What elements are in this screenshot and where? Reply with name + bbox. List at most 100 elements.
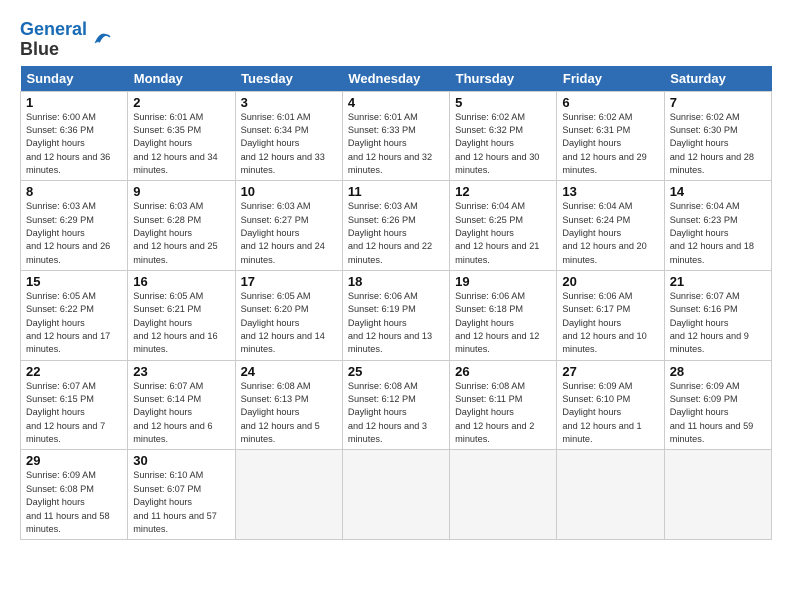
day-number: 14 bbox=[670, 184, 766, 199]
day-number: 16 bbox=[133, 274, 229, 289]
calendar-cell: 5Sunrise: 6:02 AMSunset: 6:32 PMDaylight… bbox=[450, 91, 557, 181]
calendar-cell: 26Sunrise: 6:08 AMSunset: 6:11 PMDayligh… bbox=[450, 360, 557, 450]
day-number: 1 bbox=[26, 95, 122, 110]
day-number: 30 bbox=[133, 453, 229, 468]
calendar-week-3: 15Sunrise: 6:05 AMSunset: 6:22 PMDayligh… bbox=[21, 271, 772, 361]
day-number: 2 bbox=[133, 95, 229, 110]
calendar-table: SundayMondayTuesdayWednesdayThursdayFrid… bbox=[20, 66, 772, 541]
day-number: 20 bbox=[562, 274, 658, 289]
calendar-cell: 7Sunrise: 6:02 AMSunset: 6:30 PMDaylight… bbox=[664, 91, 771, 181]
calendar-cell: 9Sunrise: 6:03 AMSunset: 6:28 PMDaylight… bbox=[128, 181, 235, 271]
calendar-cell: 18Sunrise: 6:06 AMSunset: 6:19 PMDayligh… bbox=[342, 271, 449, 361]
calendar-cell bbox=[450, 450, 557, 540]
day-number: 21 bbox=[670, 274, 766, 289]
day-info: Sunrise: 6:07 AMSunset: 6:14 PMDaylight … bbox=[133, 380, 229, 447]
calendar-cell: 3Sunrise: 6:01 AMSunset: 6:34 PMDaylight… bbox=[235, 91, 342, 181]
logo-icon bbox=[89, 27, 111, 49]
day-number: 25 bbox=[348, 364, 444, 379]
calendar-cell: 12Sunrise: 6:04 AMSunset: 6:25 PMDayligh… bbox=[450, 181, 557, 271]
day-info: Sunrise: 6:09 AMSunset: 6:09 PMDaylight … bbox=[670, 380, 766, 447]
day-number: 10 bbox=[241, 184, 337, 199]
calendar-cell: 15Sunrise: 6:05 AMSunset: 6:22 PMDayligh… bbox=[21, 271, 128, 361]
weekday-header-monday: Monday bbox=[128, 66, 235, 92]
day-number: 29 bbox=[26, 453, 122, 468]
day-number: 12 bbox=[455, 184, 551, 199]
day-info: Sunrise: 6:02 AMSunset: 6:30 PMDaylight … bbox=[670, 111, 766, 178]
calendar-week-4: 22Sunrise: 6:07 AMSunset: 6:15 PMDayligh… bbox=[21, 360, 772, 450]
calendar-cell bbox=[342, 450, 449, 540]
calendar-cell: 25Sunrise: 6:08 AMSunset: 6:12 PMDayligh… bbox=[342, 360, 449, 450]
calendar-cell: 16Sunrise: 6:05 AMSunset: 6:21 PMDayligh… bbox=[128, 271, 235, 361]
logo-text: GeneralBlue bbox=[20, 20, 87, 60]
day-info: Sunrise: 6:00 AMSunset: 6:36 PMDaylight … bbox=[26, 111, 122, 178]
day-number: 19 bbox=[455, 274, 551, 289]
day-info: Sunrise: 6:09 AMSunset: 6:10 PMDaylight … bbox=[562, 380, 658, 447]
day-info: Sunrise: 6:06 AMSunset: 6:18 PMDaylight … bbox=[455, 290, 551, 357]
day-number: 13 bbox=[562, 184, 658, 199]
logo: GeneralBlue bbox=[20, 20, 111, 60]
day-info: Sunrise: 6:07 AMSunset: 6:16 PMDaylight … bbox=[670, 290, 766, 357]
day-info: Sunrise: 6:01 AMSunset: 6:35 PMDaylight … bbox=[133, 111, 229, 178]
day-number: 22 bbox=[26, 364, 122, 379]
calendar-cell: 2Sunrise: 6:01 AMSunset: 6:35 PMDaylight… bbox=[128, 91, 235, 181]
calendar-week-5: 29Sunrise: 6:09 AMSunset: 6:08 PMDayligh… bbox=[21, 450, 772, 540]
day-info: Sunrise: 6:07 AMSunset: 6:15 PMDaylight … bbox=[26, 380, 122, 447]
page-header: GeneralBlue bbox=[20, 16, 772, 60]
day-number: 27 bbox=[562, 364, 658, 379]
calendar-cell: 22Sunrise: 6:07 AMSunset: 6:15 PMDayligh… bbox=[21, 360, 128, 450]
calendar-cell: 28Sunrise: 6:09 AMSunset: 6:09 PMDayligh… bbox=[664, 360, 771, 450]
weekday-header-friday: Friday bbox=[557, 66, 664, 92]
day-number: 28 bbox=[670, 364, 766, 379]
day-number: 6 bbox=[562, 95, 658, 110]
day-info: Sunrise: 6:03 AMSunset: 6:26 PMDaylight … bbox=[348, 200, 444, 267]
calendar-cell bbox=[557, 450, 664, 540]
weekday-header-wednesday: Wednesday bbox=[342, 66, 449, 92]
day-info: Sunrise: 6:03 AMSunset: 6:28 PMDaylight … bbox=[133, 200, 229, 267]
day-info: Sunrise: 6:01 AMSunset: 6:33 PMDaylight … bbox=[348, 111, 444, 178]
day-number: 11 bbox=[348, 184, 444, 199]
calendar-cell: 27Sunrise: 6:09 AMSunset: 6:10 PMDayligh… bbox=[557, 360, 664, 450]
calendar-cell: 1Sunrise: 6:00 AMSunset: 6:36 PMDaylight… bbox=[21, 91, 128, 181]
day-info: Sunrise: 6:08 AMSunset: 6:13 PMDaylight … bbox=[241, 380, 337, 447]
weekday-header-saturday: Saturday bbox=[664, 66, 771, 92]
calendar-cell: 29Sunrise: 6:09 AMSunset: 6:08 PMDayligh… bbox=[21, 450, 128, 540]
day-number: 26 bbox=[455, 364, 551, 379]
day-info: Sunrise: 6:09 AMSunset: 6:08 PMDaylight … bbox=[26, 469, 122, 536]
calendar-cell: 8Sunrise: 6:03 AMSunset: 6:29 PMDaylight… bbox=[21, 181, 128, 271]
day-number: 24 bbox=[241, 364, 337, 379]
day-info: Sunrise: 6:04 AMSunset: 6:23 PMDaylight … bbox=[670, 200, 766, 267]
day-number: 4 bbox=[348, 95, 444, 110]
day-number: 9 bbox=[133, 184, 229, 199]
weekday-header-tuesday: Tuesday bbox=[235, 66, 342, 92]
calendar-cell: 30Sunrise: 6:10 AMSunset: 6:07 PMDayligh… bbox=[128, 450, 235, 540]
day-number: 23 bbox=[133, 364, 229, 379]
day-info: Sunrise: 6:03 AMSunset: 6:27 PMDaylight … bbox=[241, 200, 337, 267]
calendar-cell: 23Sunrise: 6:07 AMSunset: 6:14 PMDayligh… bbox=[128, 360, 235, 450]
weekday-header-thursday: Thursday bbox=[450, 66, 557, 92]
day-info: Sunrise: 6:01 AMSunset: 6:34 PMDaylight … bbox=[241, 111, 337, 178]
day-info: Sunrise: 6:03 AMSunset: 6:29 PMDaylight … bbox=[26, 200, 122, 267]
day-info: Sunrise: 6:05 AMSunset: 6:22 PMDaylight … bbox=[26, 290, 122, 357]
day-number: 18 bbox=[348, 274, 444, 289]
day-info: Sunrise: 6:05 AMSunset: 6:21 PMDaylight … bbox=[133, 290, 229, 357]
calendar-cell: 17Sunrise: 6:05 AMSunset: 6:20 PMDayligh… bbox=[235, 271, 342, 361]
day-info: Sunrise: 6:08 AMSunset: 6:12 PMDaylight … bbox=[348, 380, 444, 447]
calendar-cell: 19Sunrise: 6:06 AMSunset: 6:18 PMDayligh… bbox=[450, 271, 557, 361]
calendar-cell: 21Sunrise: 6:07 AMSunset: 6:16 PMDayligh… bbox=[664, 271, 771, 361]
weekday-header-sunday: Sunday bbox=[21, 66, 128, 92]
calendar-cell: 6Sunrise: 6:02 AMSunset: 6:31 PMDaylight… bbox=[557, 91, 664, 181]
calendar-cell: 13Sunrise: 6:04 AMSunset: 6:24 PMDayligh… bbox=[557, 181, 664, 271]
calendar-cell: 10Sunrise: 6:03 AMSunset: 6:27 PMDayligh… bbox=[235, 181, 342, 271]
day-number: 8 bbox=[26, 184, 122, 199]
day-info: Sunrise: 6:08 AMSunset: 6:11 PMDaylight … bbox=[455, 380, 551, 447]
calendar-week-1: 1Sunrise: 6:00 AMSunset: 6:36 PMDaylight… bbox=[21, 91, 772, 181]
calendar-week-2: 8Sunrise: 6:03 AMSunset: 6:29 PMDaylight… bbox=[21, 181, 772, 271]
day-number: 15 bbox=[26, 274, 122, 289]
calendar-cell: 24Sunrise: 6:08 AMSunset: 6:13 PMDayligh… bbox=[235, 360, 342, 450]
calendar-cell: 11Sunrise: 6:03 AMSunset: 6:26 PMDayligh… bbox=[342, 181, 449, 271]
day-info: Sunrise: 6:06 AMSunset: 6:17 PMDaylight … bbox=[562, 290, 658, 357]
calendar-cell: 20Sunrise: 6:06 AMSunset: 6:17 PMDayligh… bbox=[557, 271, 664, 361]
day-number: 7 bbox=[670, 95, 766, 110]
day-number: 17 bbox=[241, 274, 337, 289]
day-info: Sunrise: 6:04 AMSunset: 6:24 PMDaylight … bbox=[562, 200, 658, 267]
